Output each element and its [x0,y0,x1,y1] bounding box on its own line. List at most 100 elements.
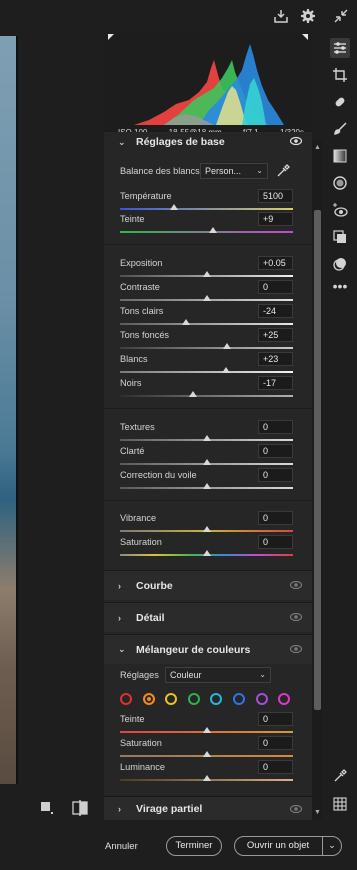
shadows-track[interactable] [120,347,293,349]
vibrance-thumb[interactable] [202,526,211,532]
more-icon[interactable]: ••• [332,279,348,296]
mixer-settings-select[interactable]: Couleur ⌄ [165,667,271,683]
slider-blacks[interactable]: Noirs -17 [118,376,293,400]
adjustments-icon[interactable] [330,38,350,58]
temperature-label: Température [120,191,172,201]
brush-icon[interactable] [332,121,348,137]
slider-mixer-hue[interactable]: Teinte 0 [118,712,293,736]
snapshots-icon[interactable] [332,256,348,272]
temperature-track[interactable] [120,208,293,210]
grid-icon[interactable] [332,796,348,812]
slider-clarity[interactable]: Clarté 0 [118,444,293,468]
crop-icon[interactable] [332,67,348,83]
slider-saturation[interactable]: Saturation 0 [118,535,293,559]
done-button[interactable]: Terminer [166,836,222,856]
mixer-luminance-input[interactable]: 0 [258,760,293,774]
chevron-down-icon[interactable]: ⌄ [325,839,339,853]
highlights-track[interactable] [120,323,293,325]
exposure-thumb[interactable] [202,271,211,277]
mixer-hue-thumb[interactable] [202,727,211,733]
slider-highlights[interactable]: Tons clairs -24 [118,304,293,328]
tint-track[interactable] [120,231,293,233]
mixer-luminance-thumb[interactable] [202,775,211,781]
vibrance-input[interactable]: 0 [258,511,293,525]
mixer-saturation-thumb[interactable] [202,751,211,757]
scrollbar-thumb[interactable] [314,210,321,710]
slider-vibrance[interactable]: Vibrance 0 [118,511,293,535]
eyedropper-icon[interactable] [276,164,290,178]
temperature-input[interactable]: 5100 [258,189,293,203]
export-icon[interactable] [273,8,289,24]
slider-mixer-saturation[interactable]: Saturation 0 [118,736,293,760]
slider-shadows[interactable]: Tons foncés +25 [118,328,293,352]
blacks-track[interactable] [120,395,293,397]
slider-mixer-luminance[interactable]: Luminance 0 [118,760,293,784]
redeye-icon[interactable] [332,202,348,218]
healing-icon[interactable] [332,94,348,110]
temperature-thumb[interactable] [169,204,178,210]
tint-thumb[interactable] [209,227,218,233]
highlights-thumb[interactable] [181,319,190,325]
contrast-thumb[interactable] [202,295,211,301]
fit-view-icon[interactable] [40,801,54,815]
whites-track[interactable] [120,371,293,373]
slider-whites[interactable]: Blancs +23 [118,352,293,376]
section-split-header[interactable]: › Virage partiel [104,796,312,820]
slider-exposure[interactable]: Exposition +0.05 [118,256,293,280]
texture-input[interactable]: 0 [258,420,293,434]
mixer-saturation-input[interactable]: 0 [258,736,293,750]
eye-icon[interactable] [289,136,303,146]
section-detail-header[interactable]: › Détail [104,602,312,632]
eye-icon[interactable] [289,804,303,814]
slider-texture[interactable]: Textures 0 [118,420,293,444]
contrast-input[interactable]: 0 [258,280,293,294]
vibrance-label: Vibrance [120,513,157,523]
eye-icon[interactable] [289,612,303,622]
scroll-up-icon[interactable]: ▲ [312,143,323,153]
color-swatch[interactable] [187,693,200,705]
highlights-label: Tons clairs [120,306,164,316]
whites-input[interactable]: +23 [258,352,293,366]
blacks-thumb[interactable] [188,391,197,397]
saturation-thumb[interactable] [202,550,211,556]
eye-icon[interactable] [289,580,303,590]
sampler-icon[interactable] [332,768,348,784]
slider-tint[interactable]: Teinte +9 [118,212,293,236]
cancel-button[interactable]: Annuler [105,841,138,852]
gear-icon[interactable] [300,8,316,24]
wb-select[interactable]: Person... ⌄ [200,163,268,179]
clarity-thumb[interactable] [202,459,211,465]
mixer-hue-input[interactable]: 0 [258,712,293,726]
slider-dehaze[interactable]: Correction du voile 0 [118,468,293,492]
section-basic-header[interactable]: ⌄ Réglages de base [104,132,312,148]
highlights-input[interactable]: -24 [258,304,293,318]
color-swatch[interactable] [142,693,155,705]
slider-contrast[interactable]: Contraste 0 [118,280,293,304]
texture-thumb[interactable] [202,435,211,441]
section-curve-header[interactable]: › Courbe [104,570,312,600]
radial-icon[interactable] [332,175,348,191]
gradient-icon[interactable] [332,148,348,164]
eye-icon[interactable] [289,644,303,654]
scroll-down-icon[interactable]: ▼ [312,808,323,818]
color-swatch[interactable] [233,693,245,705]
dehaze-input[interactable]: 0 [258,468,293,482]
collapse-icon[interactable] [333,8,349,24]
clarity-input[interactable]: 0 [258,444,293,458]
exposure-input[interactable]: +0.05 [258,256,293,270]
before-after-icon[interactable] [72,800,88,816]
shadows-thumb[interactable] [223,343,232,349]
blacks-input[interactable]: -17 [258,376,293,390]
presets-icon[interactable] [332,229,348,245]
slider-temperature[interactable]: Température 5100 [118,189,293,213]
dehaze-thumb[interactable] [202,483,211,489]
color-swatch[interactable] [120,693,132,705]
chevron-right-icon: › [118,580,121,591]
shadows-input[interactable]: +25 [258,328,293,342]
color-swatch[interactable] [255,693,268,705]
divider [104,408,312,409]
saturation-input[interactable]: 0 [258,535,293,549]
whites-thumb[interactable] [221,367,230,373]
tint-input[interactable]: +9 [258,212,293,226]
section-mixer-header[interactable]: ⌄ Mélangeur de couleurs [104,634,312,664]
